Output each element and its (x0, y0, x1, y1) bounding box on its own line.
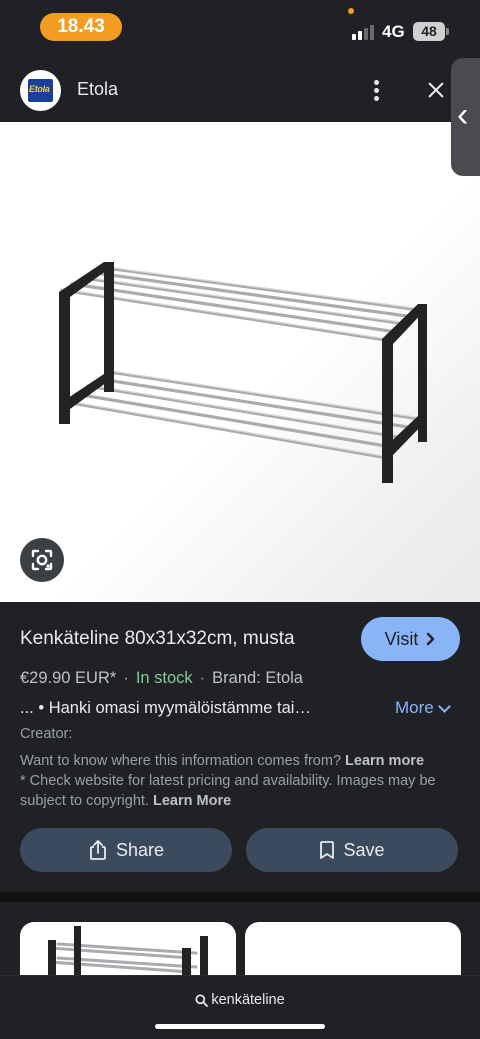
network-type: 4G (382, 22, 405, 41)
product-description: ... • Hanki omasi myymälöistämme tai… (20, 699, 311, 717)
side-panel-handle[interactable]: ‹ (451, 58, 480, 176)
home-indicator[interactable] (155, 1024, 325, 1029)
save-button[interactable]: Save (246, 828, 458, 872)
shoe-rack-image (59, 262, 427, 483)
battery-tip (446, 28, 449, 35)
signal-strength-icon (352, 24, 376, 40)
site-name[interactable]: Etola (77, 79, 118, 100)
visit-button[interactable]: Visit (361, 617, 460, 661)
more-vert-icon[interactable] (362, 76, 390, 104)
share-button-label: Share (115, 839, 165, 860)
bottom-search-bar: kenkäteline (0, 975, 480, 1039)
status-time[interactable]: 18.43 (40, 13, 122, 41)
product-meta-row: €29.90 EUR* · In stock · Brand: Etola (20, 669, 303, 688)
site-logo-wordmark: Etola (29, 84, 50, 94)
lens-icon (31, 549, 53, 571)
more-button[interactable]: More (395, 698, 451, 718)
chevron-down-icon (437, 699, 451, 713)
battery-icon: 48 (413, 22, 445, 41)
product-price: €29.90 EUR* (20, 669, 117, 687)
source-notice: Want to know where this information come… (20, 751, 460, 811)
privacy-indicator-dot (348, 8, 354, 14)
stock-status: In stock (135, 669, 193, 687)
status-bar: 18.43 4G 48 (0, 0, 480, 58)
result-header: Etola Etola (0, 58, 480, 122)
bookmark-icon (320, 841, 335, 859)
share-icon (90, 840, 106, 860)
separator-dot: · (123, 669, 129, 687)
share-button[interactable]: Share (20, 828, 232, 872)
search-icon (195, 993, 209, 1007)
more-button-label: More (395, 698, 434, 717)
separator-dot: · (199, 669, 206, 687)
product-info-panel: Kenkäteline 80x31x32cm, musta Visit €29.… (0, 602, 480, 892)
product-image[interactable] (0, 122, 480, 602)
save-button-label: Save (343, 839, 385, 860)
visit-button-label: Visit (384, 628, 419, 649)
search-query-text: kenkäteline (211, 992, 285, 1008)
chevron-right-icon (427, 632, 435, 646)
search-query-button[interactable]: kenkäteline (0, 992, 480, 1008)
product-title[interactable]: Kenkäteline 80x31x32cm, musta (20, 628, 295, 650)
creator-label: Creator: (20, 726, 73, 742)
learn-more-link-2[interactable]: Learn More (153, 793, 231, 809)
chevron-left-icon: ‹ (457, 96, 469, 134)
site-logo[interactable]: Etola (20, 70, 61, 111)
product-brand: Brand: Etola (212, 669, 303, 687)
info-question: Want to know where this information come… (20, 753, 342, 769)
learn-more-link[interactable]: Learn more (345, 753, 424, 769)
section-divider (0, 892, 480, 902)
lens-button[interactable] (20, 538, 64, 582)
close-icon[interactable] (422, 76, 450, 104)
